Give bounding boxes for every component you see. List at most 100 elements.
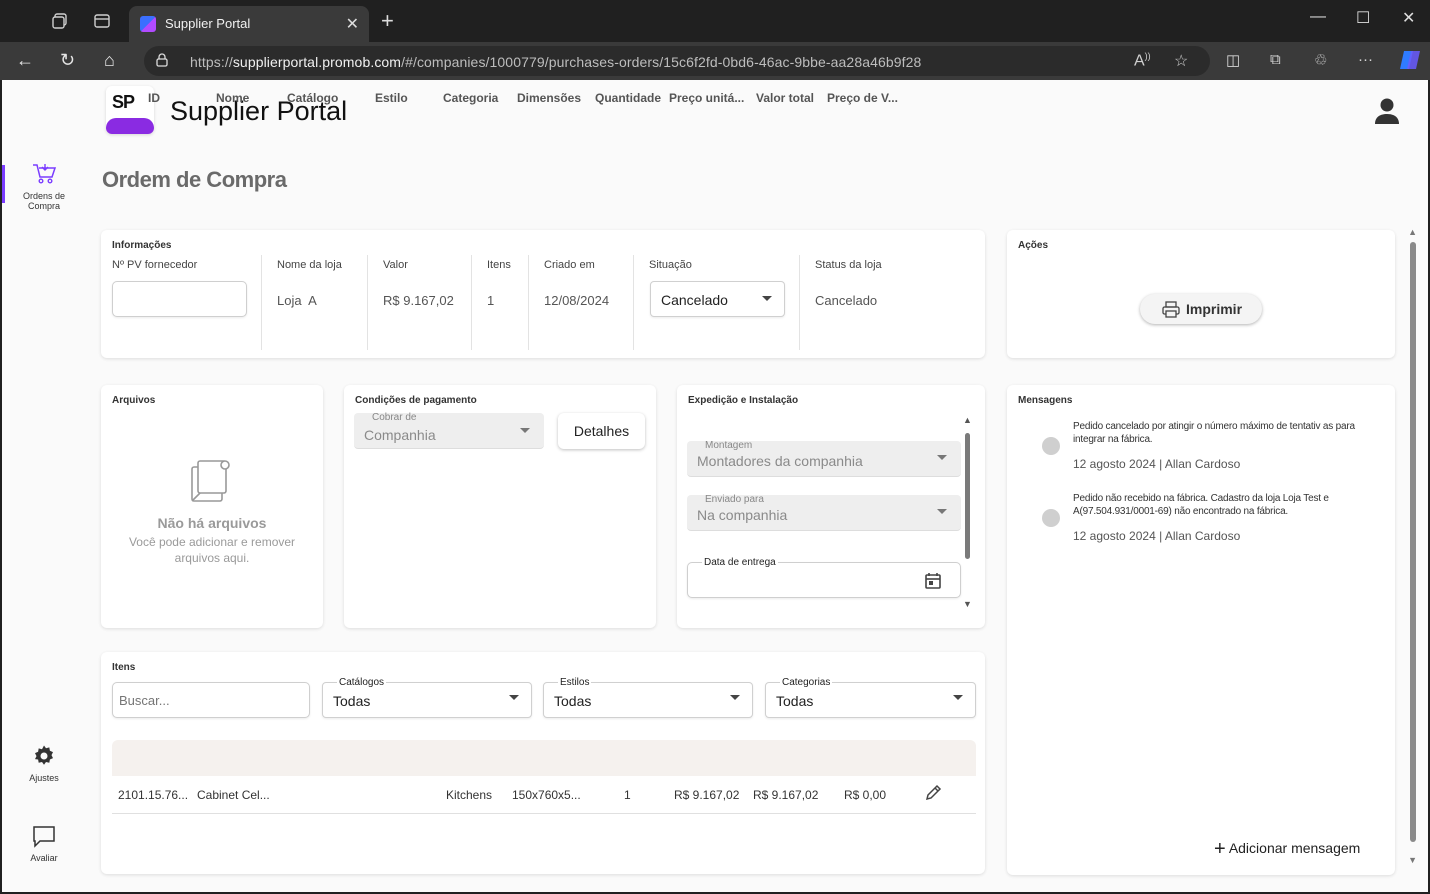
assembly-select[interactable]: Montagem Montadores da companhia xyxy=(687,440,961,477)
add-message-button[interactable]: + Adicionar mensagem xyxy=(1214,836,1361,860)
store-status-label: Status da loja xyxy=(815,259,882,271)
divider xyxy=(799,255,800,350)
collections-icon[interactable]: ⧉ xyxy=(1270,51,1281,68)
message-meta: 12 agosto 2024 | Allan Cardoso xyxy=(1073,529,1241,543)
cell-id: 2101.15.76... xyxy=(118,788,189,802)
add-message-label: Adicionar mensagem xyxy=(1228,840,1361,856)
dropdown-arrow-icon xyxy=(937,455,947,460)
page-scroll-down-icon[interactable]: ▼ xyxy=(1408,855,1417,865)
messages-title: Mensagens xyxy=(1018,395,1073,406)
minimize-icon[interactable]: — xyxy=(1310,8,1326,26)
nav-label-orders: Ordens de Compra xyxy=(22,191,66,211)
column-header-style[interactable]: Estilo xyxy=(375,91,408,105)
scroll-up-icon[interactable]: ▲ xyxy=(963,415,972,425)
column-header-total[interactable]: Valor total xyxy=(756,91,814,105)
categories-select[interactable]: Categorias Todas xyxy=(765,677,976,718)
app-logo[interactable]: SP xyxy=(106,86,154,134)
charge-from-value: Companhia xyxy=(364,427,436,443)
lock-icon[interactable] xyxy=(156,53,168,67)
page: Ordens de Compra Ajustes Avaliar SP Supp… xyxy=(2,80,1428,892)
address-bar[interactable]: https://supplierportal.promob.com/#/comp… xyxy=(144,46,1210,76)
close-tab-icon[interactable]: ✕ xyxy=(346,14,359,34)
divider xyxy=(528,255,529,350)
catalogs-select[interactable]: Catálogos Todas xyxy=(322,677,532,718)
divider xyxy=(633,255,634,350)
supplier-po-input[interactable] xyxy=(112,281,247,317)
close-window-icon[interactable]: ✕ xyxy=(1402,8,1415,28)
column-header-quantity[interactable]: Quantidade xyxy=(595,91,661,105)
column-header-name[interactable]: Nome xyxy=(216,91,249,105)
nav-item-settings[interactable]: Ajustes xyxy=(2,744,86,783)
new-tab-icon[interactable]: + xyxy=(381,10,394,32)
column-header-catalog[interactable]: Catálogo xyxy=(287,91,338,105)
store-name-value: Loja A xyxy=(277,293,317,308)
message-text: Pedido não recebido na fábrica. Cadastro… xyxy=(1073,493,1329,517)
extensions-icon[interactable]: ♲ xyxy=(1314,51,1327,69)
column-header-category[interactable]: Categoria xyxy=(443,91,498,105)
workspaces-icon[interactable] xyxy=(51,12,69,30)
situation-select[interactable]: Cancelado xyxy=(650,281,785,317)
created-value: 12/08/2024 xyxy=(544,293,610,308)
store-name-label: Nome da loja xyxy=(277,259,342,271)
calendar-icon[interactable] xyxy=(924,572,942,595)
split-screen-icon[interactable]: ◫ xyxy=(1226,51,1240,69)
nav-item-rate[interactable]: Avaliar xyxy=(2,824,86,863)
details-button[interactable]: Detalhes xyxy=(558,413,645,449)
divider xyxy=(367,255,368,350)
logo-text: SP xyxy=(112,92,135,112)
tab-actions-icon[interactable] xyxy=(93,12,111,30)
actions-title: Ações xyxy=(1018,240,1049,251)
nav-item-orders[interactable]: Ordens de Compra xyxy=(2,162,86,211)
printer-icon xyxy=(1162,301,1180,321)
column-header-id[interactable]: ID xyxy=(148,91,160,105)
print-button[interactable]: Imprimir xyxy=(1140,294,1262,324)
page-scrollbar[interactable] xyxy=(1410,230,1416,860)
user-account-icon[interactable] xyxy=(1374,97,1400,125)
actions-card: Ações Imprimir xyxy=(1007,230,1395,358)
home-icon[interactable]: ⌂ xyxy=(104,50,115,70)
cell-quantity: 1 xyxy=(624,788,631,802)
more-options-icon[interactable]: ··· xyxy=(1358,51,1373,68)
row-divider xyxy=(112,813,976,814)
empty-state: Não há arquivos Você pode adicionar e re… xyxy=(121,515,303,566)
favorite-star-icon[interactable]: ☆ xyxy=(1174,51,1188,71)
styles-label: Estilos xyxy=(558,677,592,688)
back-icon[interactable]: ← xyxy=(16,50,34,70)
sent-to-select[interactable]: Enviado para Na companhia xyxy=(687,494,961,531)
copilot-icon[interactable] xyxy=(1398,48,1422,76)
url-text: https://supplierportal.promob.com/#/comp… xyxy=(190,54,922,70)
supplier-po-label: Nº PV fornecedor xyxy=(112,259,198,271)
column-header-unit-price[interactable]: Preço unitá... xyxy=(669,91,744,105)
scroll-down-icon[interactable]: ▼ xyxy=(963,599,972,609)
items-search-input[interactable] xyxy=(112,682,310,718)
favicon-icon xyxy=(140,16,156,32)
read-aloud-icon[interactable]: A)) xyxy=(1134,51,1151,70)
no-files-icon xyxy=(189,459,231,508)
maximize-icon[interactable]: ☐ xyxy=(1356,8,1370,28)
value-label: Valor xyxy=(383,259,408,271)
files-title: Arquivos xyxy=(112,395,156,406)
value-amount: R$ 9.167,02 xyxy=(383,293,454,308)
dropdown-arrow-icon xyxy=(520,428,530,433)
items-count-value: 1 xyxy=(487,293,495,308)
refresh-icon[interactable]: ↻ xyxy=(60,50,75,70)
sent-to-value: Na companhia xyxy=(697,507,788,523)
cell-category: Kitchens xyxy=(446,788,493,802)
column-header-dimensions[interactable]: Dimensões xyxy=(517,91,581,105)
delivery-date-field[interactable]: Data de entrega xyxy=(687,557,961,598)
dropdown-arrow-icon xyxy=(953,695,963,700)
charge-from-select[interactable]: Cobrar de Companhia xyxy=(354,412,544,449)
nav-label-settings: Ajustes xyxy=(29,773,59,783)
styles-select[interactable]: Estilos Todas xyxy=(543,677,753,718)
cart-icon xyxy=(2,162,86,188)
page-scrollbar-thumb[interactable] xyxy=(1410,242,1416,842)
situation-value: Cancelado xyxy=(661,292,728,308)
divider xyxy=(261,255,262,350)
info-title: Informações xyxy=(112,240,172,251)
nav-label-rate: Avaliar xyxy=(30,853,58,863)
column-header-sale-price[interactable]: Preço de V... xyxy=(827,91,898,105)
inner-scrollbar-thumb[interactable] xyxy=(965,433,970,559)
edit-pencil-icon[interactable] xyxy=(924,784,942,807)
chat-bubble-icon xyxy=(2,824,86,850)
browser-tab[interactable]: Supplier Portal ✕ xyxy=(129,6,369,42)
